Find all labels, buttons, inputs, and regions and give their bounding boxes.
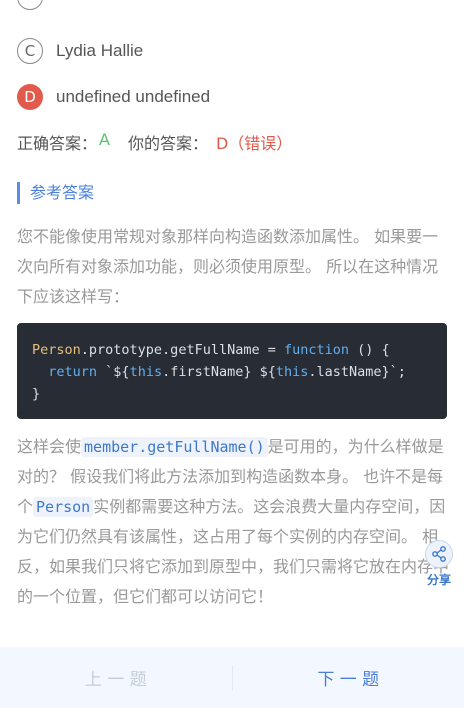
bottom-navigation: 上 一 题 下 一 题 <box>0 647 464 708</box>
your-answer-label: 你的答案： <box>127 134 208 153</box>
inline-code-getfullname: member.getFullName() <box>81 437 268 457</box>
option-c-label: Lydia Hallie <box>56 41 144 60</box>
explanation-paragraph-2: 这样会使 member.getFullName() 是可用的，为什么样做是对的？ 假… <box>17 437 450 606</box>
answer-summary: 正确答案： A 你的答案： D（错误） <box>17 130 292 154</box>
reference-answer-heading: 参考答案 <box>17 182 94 204</box>
option-c[interactable]: C Lydia Hallie <box>17 38 143 64</box>
correct-answer-label: 正确答案： <box>17 134 98 153</box>
option-d[interactable]: D undefined undefined <box>17 84 210 110</box>
next-question-button[interactable]: 下 一 题 <box>233 665 464 690</box>
correct-answer-value: A <box>99 130 110 149</box>
explanation-paragraph-1: 您不能像使用常规对象那样向构造函数添加属性。 如果要一次向所有对象添加功能，则必… <box>17 227 439 306</box>
option-b-badge-partial[interactable] <box>17 0 43 10</box>
option-d-badge: D <box>17 84 43 110</box>
inline-code-person: Person <box>33 497 94 517</box>
share-icon <box>425 540 453 568</box>
option-c-badge: C <box>17 38 43 64</box>
your-answer-value: D（错误） <box>215 134 293 153</box>
share-label: 分享 <box>426 573 451 587</box>
code-block: Person.prototype.getFullName = function … <box>17 323 447 419</box>
share-button[interactable]: 分享 <box>424 540 454 588</box>
prev-question-button[interactable]: 上 一 题 <box>0 665 232 690</box>
option-d-label: undefined undefined <box>56 87 211 106</box>
